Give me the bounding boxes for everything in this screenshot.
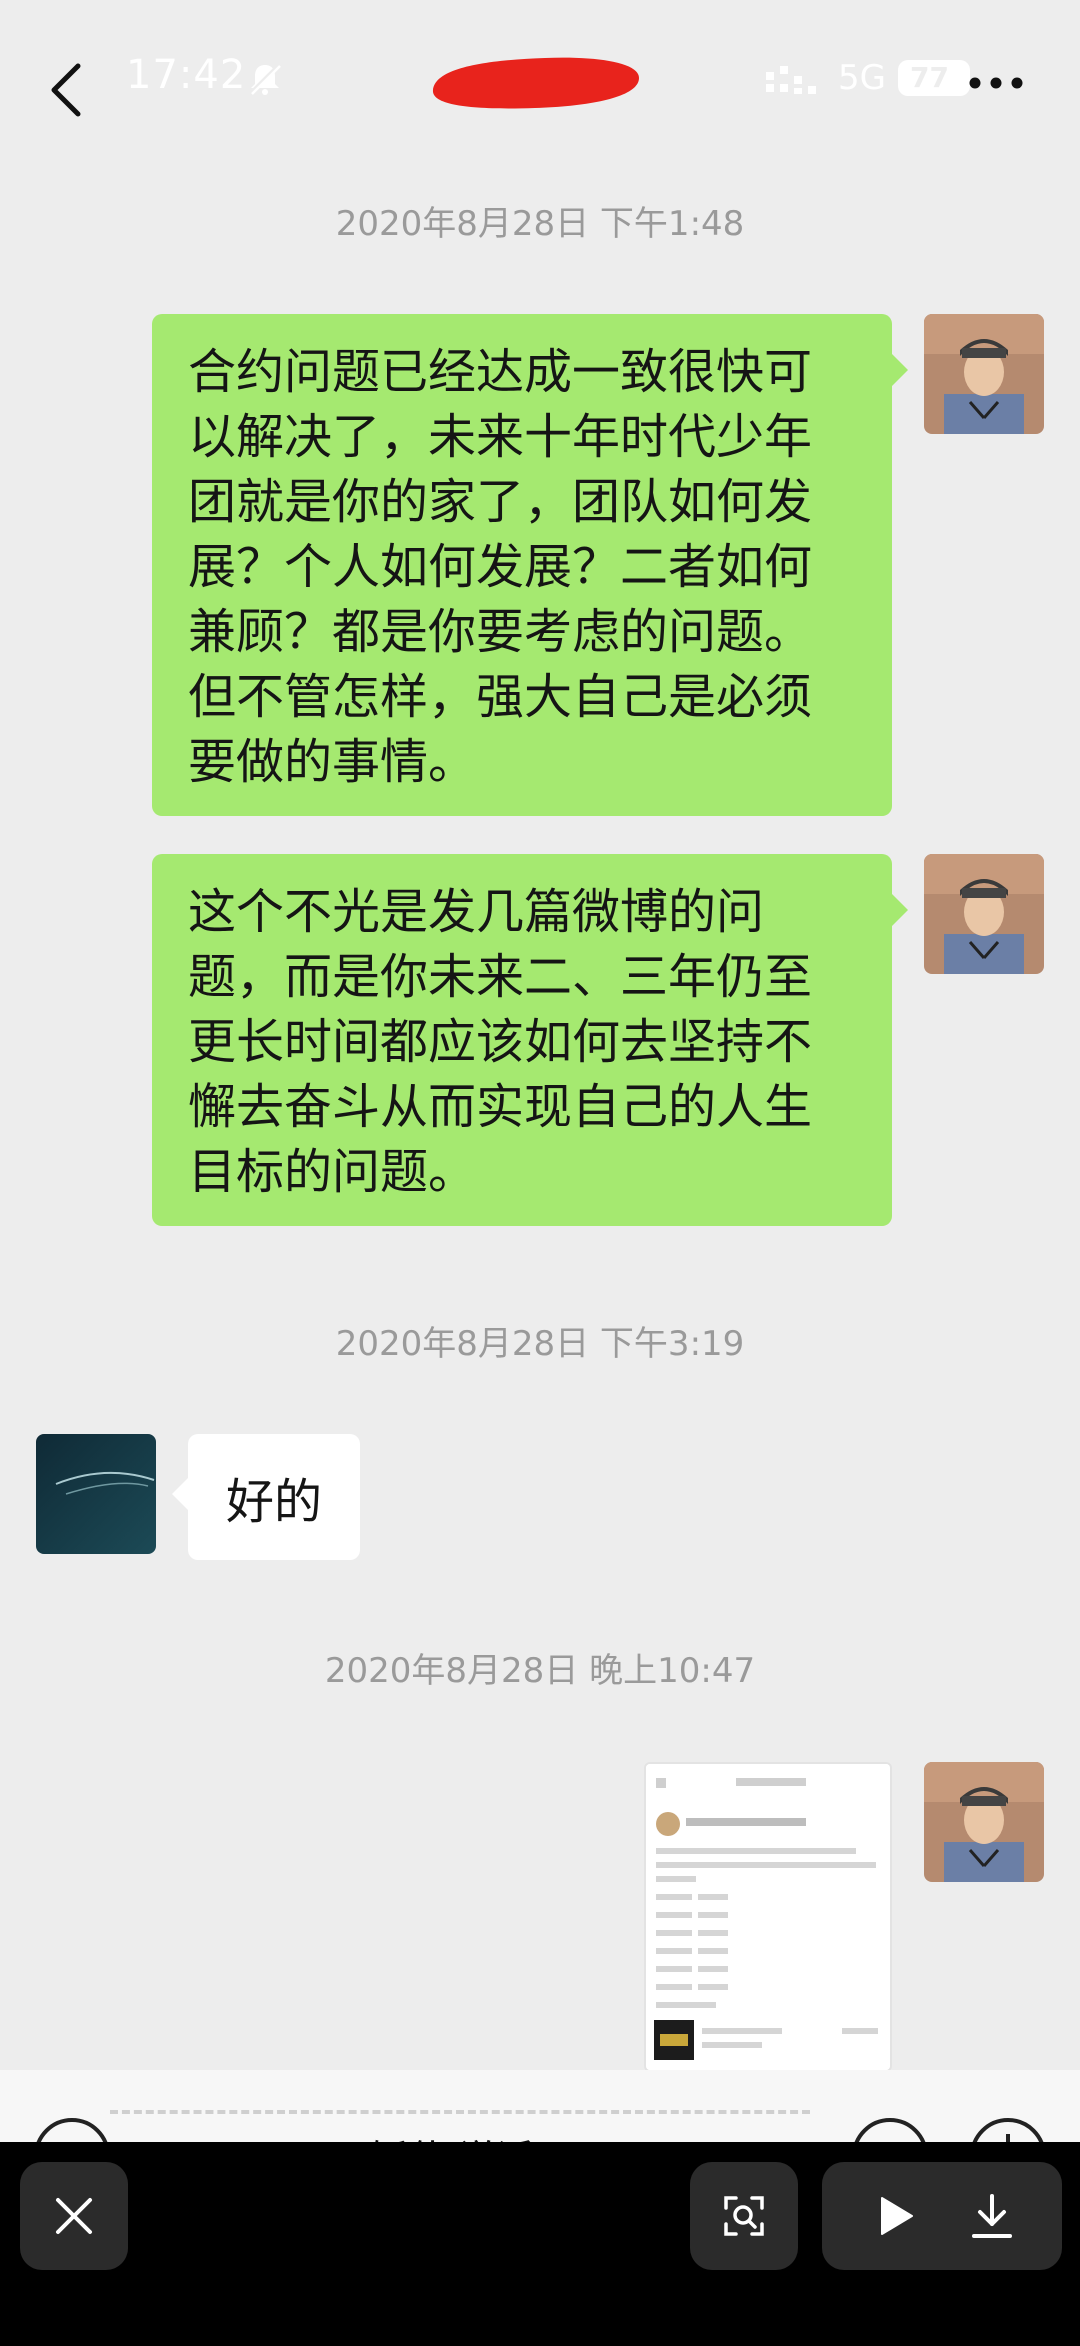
bubble-tail xyxy=(892,894,908,926)
scan-button[interactable] xyxy=(690,2162,798,2270)
chevron-left-icon[interactable] xyxy=(44,60,88,120)
status-time: 17:42 xyxy=(126,52,247,98)
avatar[interactable] xyxy=(924,314,1044,434)
chat-input-bar[interactable] xyxy=(0,2070,1080,2142)
avatar[interactable] xyxy=(36,1434,156,1554)
emoji-icon[interactable] xyxy=(848,2114,932,2142)
message-timestamp: 2020年8月28日 下午3:19 xyxy=(335,1324,745,1364)
input-peek-text: 饭什 说话 xyxy=(370,2128,534,2142)
signal-icon xyxy=(766,66,816,94)
avatar[interactable] xyxy=(924,1762,1044,1882)
voice-icon[interactable] xyxy=(30,2114,114,2142)
received-message-bubble[interactable]: 好的 xyxy=(188,1434,361,1560)
battery-level: 77 xyxy=(910,61,949,94)
play-download-group xyxy=(822,2162,1062,2270)
plus-icon[interactable] xyxy=(966,2114,1050,2142)
ellipsis-icon[interactable] xyxy=(968,76,1024,90)
battery-indicator: 77 xyxy=(898,60,970,96)
image-thumbnail xyxy=(646,1764,890,2070)
scan-icon xyxy=(724,2196,764,2236)
sent-message-bubble[interactable]: 这个不光是发几篇微博的问题，而是你未来二、三年仍至更长时间都应该如何去坚持不懈去… xyxy=(152,854,892,1226)
avatar[interactable] xyxy=(924,854,1044,974)
input-field-edge xyxy=(110,2110,810,2120)
message-timestamp: 2020年8月28日 晚上10:47 xyxy=(324,1651,756,1691)
play-icon[interactable] xyxy=(876,2194,916,2238)
network-type: 5G xyxy=(838,58,886,98)
sent-message-bubble[interactable]: 合约问题已经达成一致很快可以解决了，未来十年时代少年团就是你的家了，团队如何发展… xyxy=(152,314,892,816)
download-icon[interactable] xyxy=(970,2192,1014,2240)
bubble-tail xyxy=(892,354,908,386)
bubble-tail xyxy=(172,1478,188,1510)
bell-muted-icon xyxy=(248,62,282,96)
message-timestamp: 2020年8月28日 下午1:48 xyxy=(335,204,745,244)
close-icon xyxy=(56,2198,92,2234)
image-message[interactable] xyxy=(644,1762,892,2072)
redacted-contact-name xyxy=(432,57,639,109)
close-button[interactable] xyxy=(20,2162,128,2270)
